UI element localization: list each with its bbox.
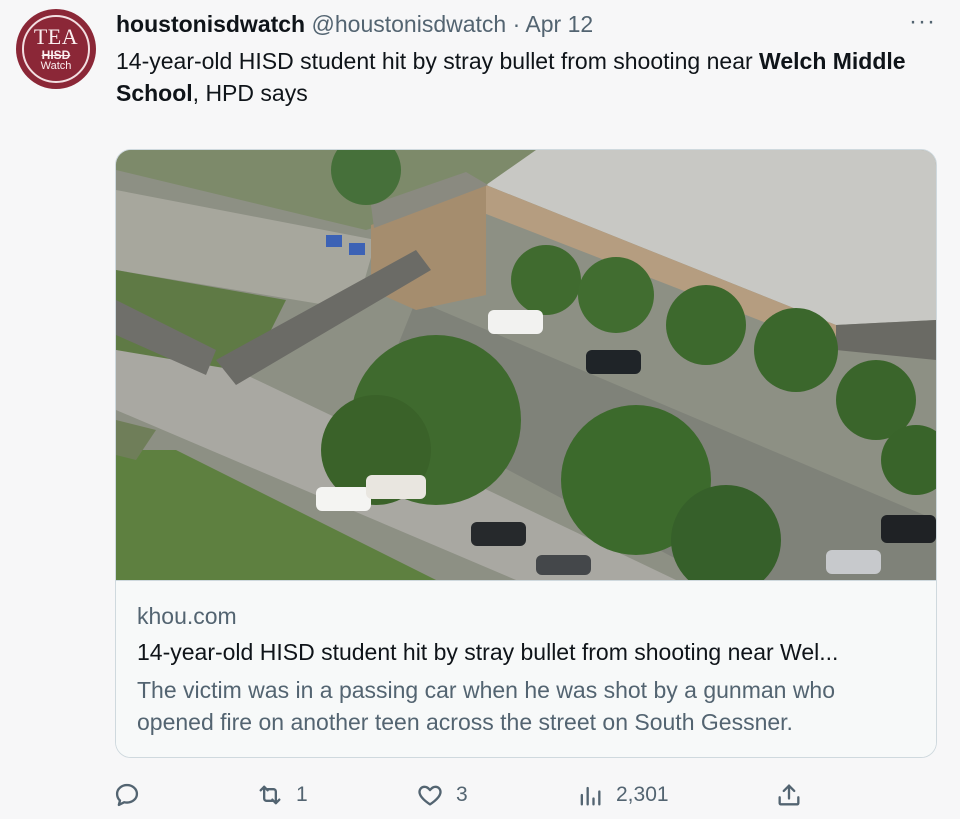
tweet-text: 14-year-old HISD student hit by stray bu… xyxy=(116,45,916,109)
views-button[interactable]: 2,301 xyxy=(576,775,669,815)
display-name[interactable]: houstonisdwatch xyxy=(116,11,305,37)
more-options-button[interactable]: ··· xyxy=(909,8,936,36)
card-title: 14-year-old HISD student hit by stray bu… xyxy=(137,639,839,665)
link-card[interactable]: khou.com 14-year-old HISD student hit by… xyxy=(115,149,937,758)
tweet-date[interactable]: Apr 12 xyxy=(525,11,593,37)
avatar-line-3: Watch xyxy=(40,60,72,72)
retweet-icon xyxy=(259,785,281,805)
share-button[interactable] xyxy=(775,775,803,815)
link-card-body[interactable]: khou.com 14-year-old HISD student hit by… xyxy=(116,580,936,757)
heart-icon xyxy=(418,785,442,806)
tweet-text-part-1: 14-year-old HISD student hit by stray bu… xyxy=(116,48,760,74)
card-description: The victim was in a passing car when he … xyxy=(137,677,836,735)
reply-icon xyxy=(115,783,139,807)
like-count: 3 xyxy=(456,783,468,806)
user-handle[interactable]: @houstonisdwatch xyxy=(312,11,507,37)
tweet-text-part-2: , HPD says xyxy=(192,80,308,106)
views-count: 2,301 xyxy=(616,783,669,806)
retweet-count: 1 xyxy=(296,783,308,806)
like-button[interactable]: 3 xyxy=(416,775,468,815)
retweet-button[interactable]: 1 xyxy=(256,775,308,815)
tweet-actions-bar: 1 3 2,301 xyxy=(0,775,960,815)
share-icon xyxy=(778,784,800,806)
card-domain: khou.com xyxy=(137,603,237,629)
avatar-line-1: TEA xyxy=(33,24,79,49)
avatar-logo: TEA HISD Watch xyxy=(22,15,90,83)
avatar[interactable]: TEA HISD Watch xyxy=(16,9,96,89)
separator-dot: · xyxy=(512,11,521,37)
analytics-icon xyxy=(580,786,601,806)
reply-button[interactable] xyxy=(113,775,153,815)
tweet-header: houstonisdwatch @houstonisdwatch · Apr 1… xyxy=(116,10,920,38)
aerial-school-image[interactable] xyxy=(116,150,936,580)
